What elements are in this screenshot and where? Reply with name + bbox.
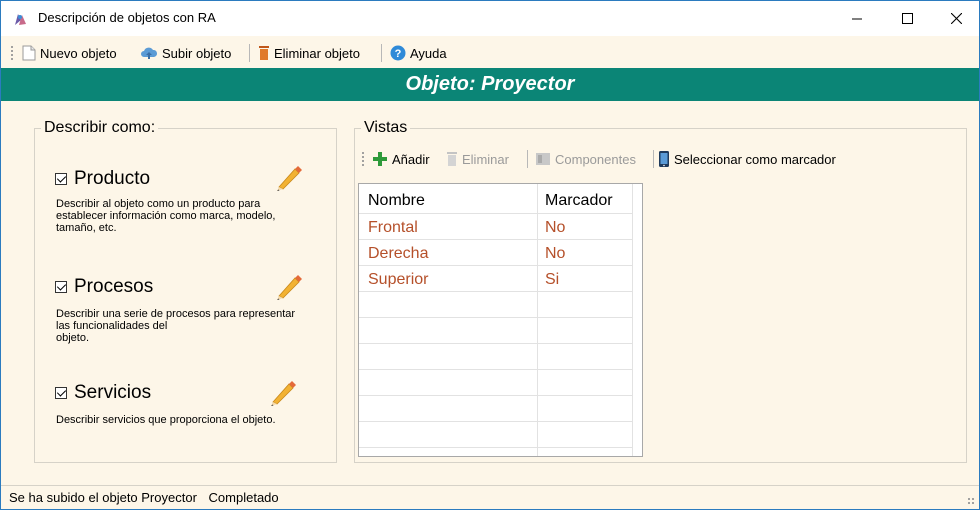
services-checkbox-box[interactable] <box>55 387 67 399</box>
toolbar-separator <box>653 150 654 168</box>
status-message: Se ha subido el objeto Proyector Complet… <box>9 490 279 505</box>
processes-checkbox-box[interactable] <box>55 281 67 293</box>
minimize-icon <box>851 18 862 20</box>
help-label: Ayuda <box>410 45 447 61</box>
trash-icon <box>259 46 269 60</box>
delete-object-label: Eliminar objeto <box>274 45 360 61</box>
view-name-cell[interactable]: Frontal <box>368 219 418 237</box>
object-header: Objeto: Proyector <box>1 68 979 101</box>
status-state: Completado <box>208 490 279 505</box>
describe-as-group: Describir como: Producto Describir al ob… <box>34 119 337 463</box>
new-object-label: Nuevo objeto <box>40 45 117 61</box>
processes-description-line: Describir una serie de procesos para rep… <box>56 308 296 320</box>
toolbar-separator <box>249 44 250 62</box>
table-row[interactable]: Derecha No <box>359 240 633 266</box>
view-marker-cell[interactable]: No <box>545 245 565 263</box>
phone-marker-icon <box>659 151 669 167</box>
resize-grip[interactable] <box>967 497 975 505</box>
main-window: Descripción de objetos con RA Nuevo obje… <box>0 0 980 510</box>
services-checkbox-label: Servicios <box>74 382 152 403</box>
object-title: Objeto: Proyector <box>405 73 575 95</box>
delete-view-button[interactable]: Eliminar <box>446 149 509 169</box>
table-row[interactable]: Frontal No <box>359 214 633 240</box>
product-checkbox-label: Producto <box>74 168 151 189</box>
close-icon <box>950 13 962 24</box>
views-grid[interactable]: Nombre Marcador Frontal No Derecha No Su… <box>358 183 643 457</box>
components-icon <box>536 153 550 165</box>
processes-checkbox-label: Procesos <box>74 276 154 297</box>
add-view-label: Añadir <box>392 151 430 167</box>
app-logo-icon <box>15 14 26 25</box>
empty-row <box>359 422 633 448</box>
product-description-line: establecer información como marca, model… <box>56 210 276 222</box>
services-description-line: Describir servicios que proporciona el o… <box>56 414 276 426</box>
add-icon <box>373 152 387 166</box>
view-marker-cell[interactable]: No <box>545 219 565 237</box>
set-as-marker-button[interactable]: Seleccionar como marcador <box>658 149 836 169</box>
upload-object-label: Subir objeto <box>162 45 232 61</box>
grid-header-row: Nombre Marcador <box>359 184 633 214</box>
describe-as-legend: Describir como: <box>41 119 159 137</box>
add-view-button[interactable]: Añadir <box>372 149 430 169</box>
help-icon: ? <box>390 45 406 61</box>
toolbar-grip[interactable] <box>10 45 14 61</box>
delete-view-label: Eliminar <box>462 151 509 167</box>
maximize-button[interactable] <box>884 1 930 36</box>
view-name-cell[interactable]: Superior <box>368 271 428 289</box>
maximize-icon <box>901 13 913 24</box>
views-toolbar-grip[interactable] <box>361 151 365 167</box>
new-object-button[interactable]: Nuevo objeto <box>22 43 117 63</box>
processes-description-line: objeto. <box>56 332 90 344</box>
column-header-name[interactable]: Nombre <box>368 192 425 210</box>
empty-row <box>359 292 633 318</box>
product-checkbox[interactable]: Producto <box>55 168 150 190</box>
processes-description-line: las funcionalidades del <box>56 320 168 332</box>
toolbar-separator <box>381 44 382 62</box>
product-description: Describir al objeto como un producto par… <box>56 198 275 234</box>
services-checkbox[interactable]: Servicios <box>55 382 151 404</box>
view-marker-cell[interactable]: Si <box>545 271 559 289</box>
views-legend: Vistas <box>361 119 411 137</box>
help-button[interactable]: ? Ayuda <box>390 43 447 63</box>
column-header-marker[interactable]: Marcador <box>545 192 613 210</box>
processes-checkbox[interactable]: Procesos <box>55 276 153 298</box>
empty-row <box>359 396 633 422</box>
edit-product-pencil-icon[interactable] <box>273 161 305 193</box>
status-bar: Se ha subido el objeto Proyector Complet… <box>1 485 979 509</box>
main-toolbar: Nuevo objeto Subir objeto Eliminar objet… <box>1 39 979 68</box>
title-bar: Descripción de objetos con RA <box>1 1 979 36</box>
upload-object-button[interactable]: Subir objeto <box>140 43 231 63</box>
status-message-text: Se ha subido el objeto Proyector <box>9 490 197 505</box>
delete-object-button[interactable]: Eliminar objeto <box>258 43 360 63</box>
svg-text:?: ? <box>395 48 402 60</box>
empty-row <box>359 318 633 344</box>
close-button[interactable] <box>933 1 979 36</box>
empty-row <box>359 370 633 396</box>
view-name-cell[interactable]: Derecha <box>368 245 428 263</box>
components-label: Componentes <box>555 151 636 167</box>
trash-disabled-icon <box>447 152 457 166</box>
views-toolbar: Añadir Eliminar Componentes Seleccionar … <box>359 146 959 172</box>
components-button[interactable]: Componentes <box>535 149 636 169</box>
empty-row <box>359 344 633 370</box>
cloud-upload-icon <box>141 47 158 59</box>
product-description-line: Describir al objeto como un producto par… <box>56 198 261 210</box>
set-as-marker-label: Seleccionar como marcador <box>674 151 836 167</box>
services-description: Describir servicios que proporciona el o… <box>56 414 276 426</box>
product-checkbox-box[interactable] <box>55 173 67 185</box>
minimize-button[interactable] <box>834 1 880 36</box>
window-title: Descripción de objetos con RA <box>38 10 216 25</box>
toolbar-separator <box>527 150 528 168</box>
edit-processes-pencil-icon[interactable] <box>273 270 305 302</box>
product-description-line: tamaño, etc. <box>56 222 117 234</box>
table-row[interactable]: Superior Si <box>359 266 633 292</box>
edit-services-pencil-icon[interactable] <box>267 376 299 408</box>
processes-description: Describir una serie de procesos para rep… <box>56 308 295 344</box>
new-document-icon <box>22 45 36 61</box>
